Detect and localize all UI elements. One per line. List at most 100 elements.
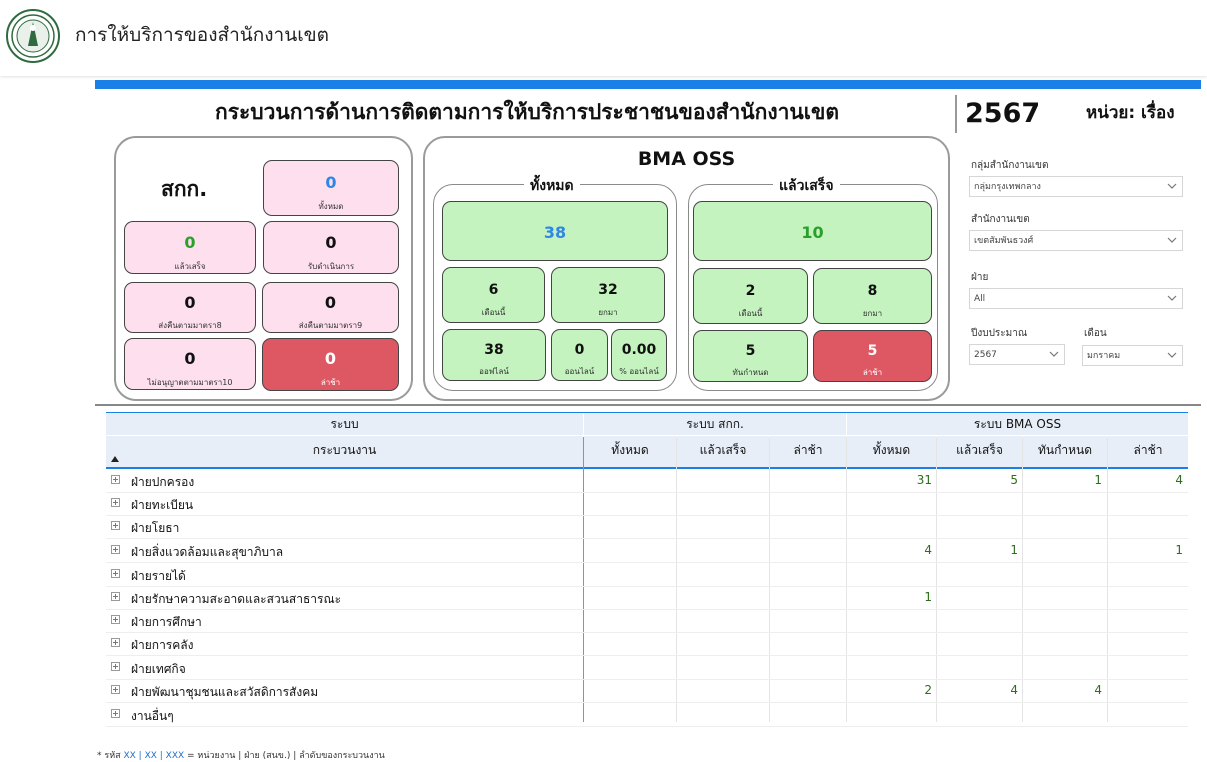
oss-done-month-value: 2 <box>745 283 756 299</box>
table-row[interactable]: ฝ่ายรักษาความสะอาดและสวนสาธารณะ 1 <box>106 586 1188 610</box>
skk-total-card[interactable]: 0 ทั้งหมด <box>263 160 399 216</box>
filter-division-dropdown[interactable]: All <box>969 288 1183 309</box>
table-row[interactable]: ฝ่ายการคลัง <box>106 632 1188 656</box>
expand-icon[interactable] <box>111 662 120 671</box>
cell-oss-total: 1 <box>924 590 932 604</box>
oss-online-value: 0 <box>574 342 585 358</box>
filter-month-dropdown[interactable]: มกราคม <box>1082 345 1183 366</box>
app-title: การให้บริการของสำนักงานเขต <box>75 24 330 46</box>
th-oss: ระบบ BMA OSS <box>847 413 1188 435</box>
oss-online-pct-value: 0.00 <box>621 342 657 358</box>
footnote-code: XX | XX | XXX <box>123 751 185 761</box>
row-label: ฝ่ายรายได้ <box>131 569 186 583</box>
oss-online-card[interactable]: 0 ออนไลน์ <box>551 329 608 381</box>
row-label: ฝ่ายปกครอง <box>131 475 195 489</box>
th-col-skk-late[interactable]: ล่าช้า <box>770 436 846 469</box>
oss-ontime-label: ทันกำหนด <box>732 368 769 377</box>
skk-late-label: ล่าช้า <box>320 378 341 387</box>
oss-all-month-card[interactable]: 6 เดือนนี้ <box>442 267 545 323</box>
skk-done-value: 0 <box>184 233 196 252</box>
expand-icon[interactable] <box>111 569 120 578</box>
filter-district-dropdown[interactable]: เขตสัมพันธวงศ์ <box>969 230 1183 251</box>
row-label: งานอื่นๆ <box>131 709 174 723</box>
oss-all-carried-value: 32 <box>598 282 618 298</box>
unit-label: หน่วย: เรื่อง <box>1086 103 1175 123</box>
oss-ontime-card[interactable]: 5 ทันกำหนด <box>693 330 808 382</box>
sort-ascending-icon[interactable] <box>111 456 119 462</box>
th-col-oss-total[interactable]: ทั้งหมด <box>847 436 936 469</box>
expand-icon[interactable] <box>111 498 120 507</box>
table-row[interactable]: ฝ่ายพัฒนาชุมชนและสวัสดิการสังคม 2 4 4 <box>106 679 1188 703</box>
expand-icon[interactable] <box>111 545 120 554</box>
chevron-down-icon <box>1049 351 1059 357</box>
oss-all-month-label: เดือนนี้ <box>481 308 506 317</box>
expand-icon[interactable] <box>111 521 120 530</box>
table-row[interactable]: ฝ่ายโยธา <box>106 515 1188 539</box>
th-col-skk-total[interactable]: ทั้งหมด <box>584 436 676 469</box>
cell-oss-done: 4 <box>1010 683 1018 697</box>
cell-oss-late: 1 <box>1175 543 1183 557</box>
skk-late-value: 0 <box>324 349 337 368</box>
accent-bar <box>95 80 1201 89</box>
table-row[interactable]: ฝ่ายการศึกษา <box>106 609 1188 633</box>
year-display: 2567 <box>965 98 1041 129</box>
filter-district-label: สำนักงานเขต <box>971 214 1030 225</box>
expand-icon[interactable] <box>111 685 120 694</box>
cell-oss-ontime: 4 <box>1094 683 1102 697</box>
chevron-down-icon <box>1167 295 1177 301</box>
oss-late-label: ล่าช้า <box>862 368 883 377</box>
th-process[interactable]: กระบวนงาน <box>106 436 583 469</box>
expand-icon[interactable] <box>111 592 120 601</box>
skk-sec9-value: 0 <box>324 293 337 312</box>
oss-offline-card[interactable]: 38 ออฟไลน์ <box>442 329 546 381</box>
cell-oss-late: 4 <box>1175 473 1183 487</box>
th-col-skk-done[interactable]: แล้วเสร็จ <box>677 436 769 469</box>
oss-done-total-card[interactable]: 10 <box>693 201 932 261</box>
th-col-oss-ontime[interactable]: ทันกำหนด <box>1023 436 1107 469</box>
skk-sec10-card[interactable]: 0 ไม่อนุญาตตามมาตรา10 <box>124 338 256 390</box>
row-label: ฝ่ายรักษาความสะอาดและสวนสาธารณะ <box>131 592 342 606</box>
filter-division-value: All <box>974 294 986 304</box>
expand-icon[interactable] <box>111 638 120 647</box>
skk-total-value: 0 <box>325 173 337 192</box>
oss-title: BMA OSS <box>637 148 736 170</box>
table-row[interactable]: ฝ่ายทะเบียน <box>106 492 1188 516</box>
row-label: ฝ่ายการศึกษา <box>131 615 202 629</box>
skk-sec9-label: ส่งคืนตามมาตรา9 <box>298 321 363 330</box>
skk-sec9-card[interactable]: 0 ส่งคืนตามมาตรา9 <box>262 282 399 333</box>
oss-late-card[interactable]: 5 ล่าช้า <box>813 330 932 382</box>
report-title: กระบวนการด้านการติดตามการให้บริการประชาช… <box>215 100 839 124</box>
oss-all-total-value: 38 <box>543 223 567 242</box>
oss-done-month-card[interactable]: 2 เดือนนี้ <box>693 268 808 324</box>
skk-accepted-card[interactable]: 0 รับดำเนินการ <box>263 221 399 274</box>
table-row[interactable]: ฝ่ายปกครอง 31 5 1 4 <box>106 469 1188 493</box>
expand-icon[interactable] <box>111 709 120 718</box>
filter-group-dropdown[interactable]: กลุ่มกรุงเทพกลาง <box>969 176 1183 197</box>
oss-online-pct-card[interactable]: 0.00 % ออนไลน์ <box>611 329 667 381</box>
table-row[interactable]: ฝ่ายรายได้ <box>106 563 1188 587</box>
oss-all-total-card[interactable]: 38 <box>442 201 668 261</box>
table-row[interactable]: ฝ่ายสิ่งแวดล้อมและสุขาภิบาล 4 1 1 <box>106 539 1188 563</box>
filter-year-value: 2567 <box>974 350 997 360</box>
th-col-oss-late[interactable]: ล่าช้า <box>1108 436 1188 469</box>
filter-year-label: ปีงบประมาณ <box>971 328 1028 339</box>
oss-done-carried-card[interactable]: 8 ยกมา <box>813 268 932 324</box>
th-col-oss-done[interactable]: แล้วเสร็จ <box>937 436 1022 469</box>
cell-oss-total: 31 <box>916 473 932 487</box>
skk-done-card[interactable]: 0 แล้วเสร็จ <box>124 221 256 274</box>
skk-sec8-card[interactable]: 0 ส่งคืนตามมาตรา8 <box>124 282 256 333</box>
cell-oss-total: 4 <box>924 543 932 557</box>
expand-icon[interactable] <box>111 475 120 484</box>
oss-late-value: 5 <box>867 343 878 359</box>
skk-total-label: ทั้งหมด <box>318 202 344 211</box>
skk-accepted-label: รับดำเนินการ <box>307 262 355 271</box>
table-row[interactable]: งานอื่นๆ <box>106 703 1188 727</box>
expand-icon[interactable] <box>111 615 120 624</box>
oss-done-carried-value: 8 <box>867 283 878 299</box>
section-divider <box>95 404 1201 406</box>
skk-late-card[interactable]: 0 ล่าช้า <box>262 338 399 391</box>
oss-all-carried-card[interactable]: 32 ยกมา <box>551 267 665 323</box>
table-row[interactable]: ฝ่ายเทศกิจ <box>106 656 1188 680</box>
oss-online-pct-label: % ออนไลน์ <box>619 367 659 376</box>
filter-year-dropdown[interactable]: 2567 <box>969 344 1065 365</box>
